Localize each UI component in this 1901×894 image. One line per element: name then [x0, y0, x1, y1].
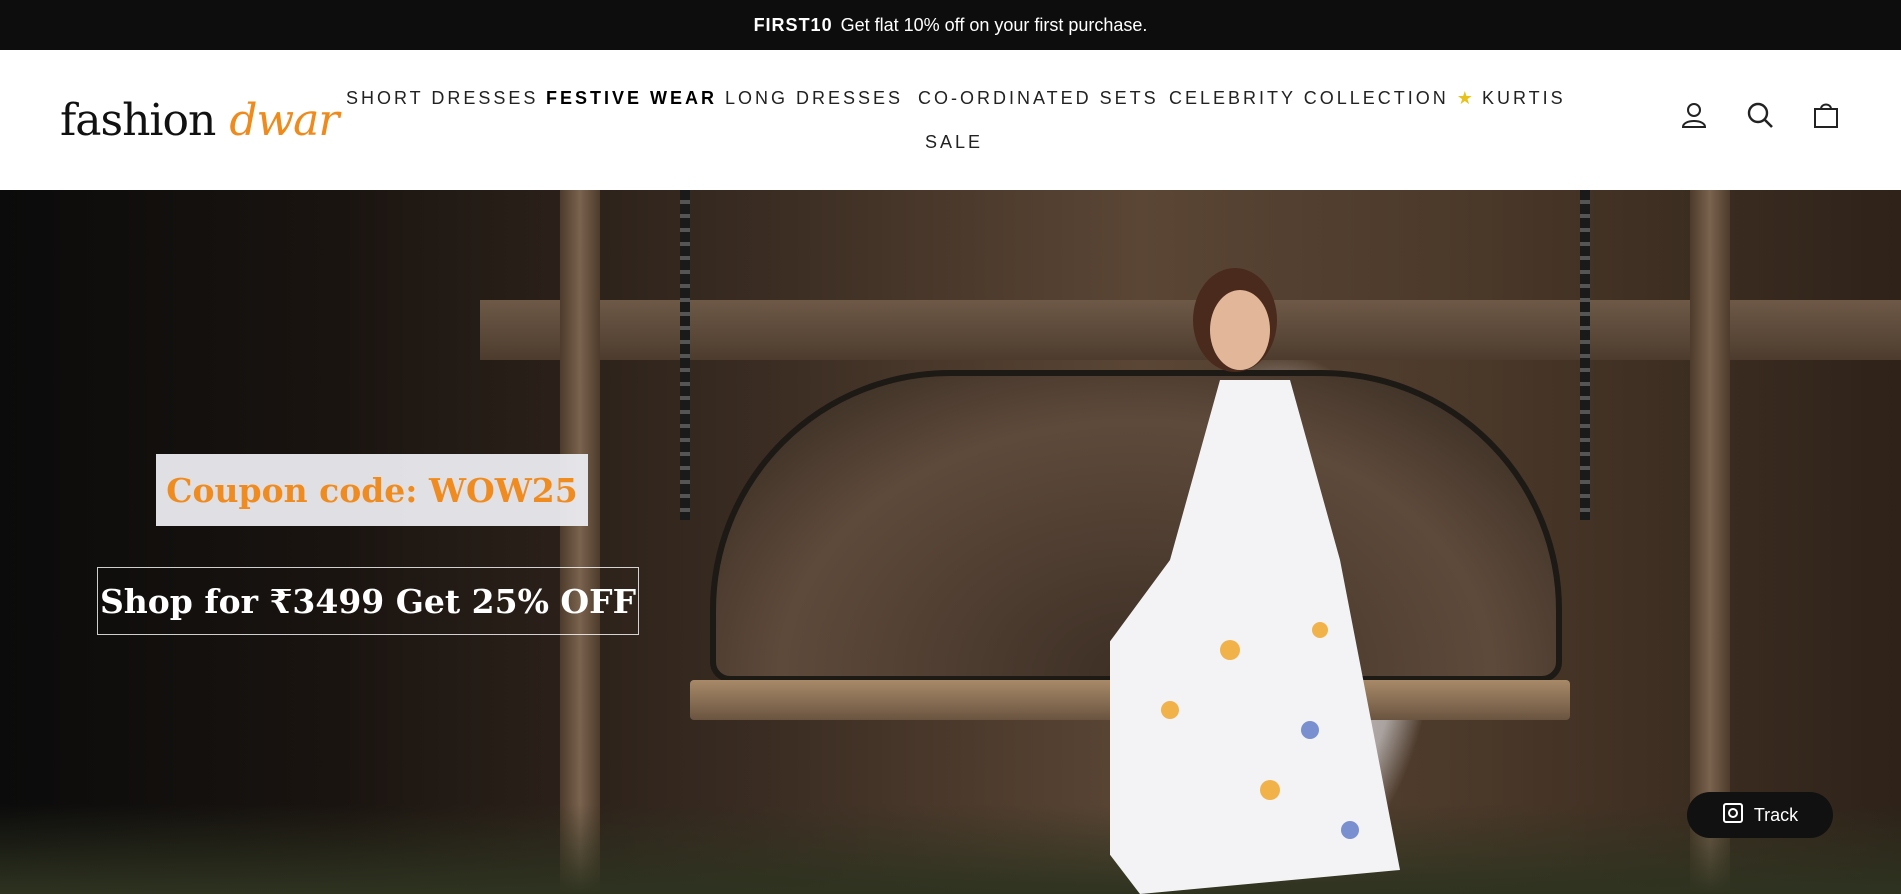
lawn — [0, 804, 1901, 894]
nav-long-dresses[interactable]: LONG DRESSES — [725, 88, 903, 109]
track-label: Track — [1753, 804, 1799, 825]
promo-code: FIRST10 — [753, 14, 833, 35]
nav-co-ordinated-sets[interactable]: CO-ORDINATED SETS — [918, 88, 1159, 109]
nav-festive-wear[interactable]: FESTIVE WEAR — [546, 88, 717, 109]
announcement-bar: FIRST10 Get flat 10% off on your first p… — [0, 0, 1901, 50]
account-icon[interactable] — [1679, 100, 1709, 130]
nav-kurtis[interactable]: KURTIS — [1482, 88, 1566, 109]
promo-text: Get flat 10% off on your first purchase. — [840, 14, 1148, 35]
hero-banner[interactable]: Coupon code: WOW25 Shop for ₹3499 Get 25… — [0, 190, 1901, 894]
site-header: fashion dwar SHORT DRESSES FESTIVE WEAR … — [0, 50, 1901, 190]
swing-chain-left — [680, 190, 690, 520]
coupon-code-banner: Coupon code: WOW25 — [156, 454, 588, 526]
swing-chain-right — [1580, 190, 1590, 520]
main-nav: SHORT DRESSES FESTIVE WEAR LONG DRESSES … — [0, 50, 1901, 190]
track-icon — [1722, 802, 1744, 829]
nav-short-dresses[interactable]: SHORT DRESSES — [346, 88, 538, 109]
nav-celebrity-collection-label: CELEBRITY COLLECTION — [1169, 88, 1449, 108]
offer-banner: Shop for ₹3499 Get 25% OFF — [97, 567, 639, 635]
header-icons — [1679, 100, 1841, 130]
star-icon: ★ — [1456, 88, 1476, 108]
nav-celebrity-collection[interactable]: CELEBRITY COLLECTION ★ — [1169, 88, 1476, 109]
search-icon[interactable] — [1745, 100, 1775, 130]
track-order-button[interactable]: Track — [1687, 792, 1833, 838]
model-figure — [1110, 268, 1400, 894]
swing-post-right — [1690, 190, 1730, 894]
swing-post-left — [560, 190, 600, 894]
bag-icon[interactable] — [1811, 100, 1841, 130]
nav-sale[interactable]: SALE — [925, 132, 983, 153]
